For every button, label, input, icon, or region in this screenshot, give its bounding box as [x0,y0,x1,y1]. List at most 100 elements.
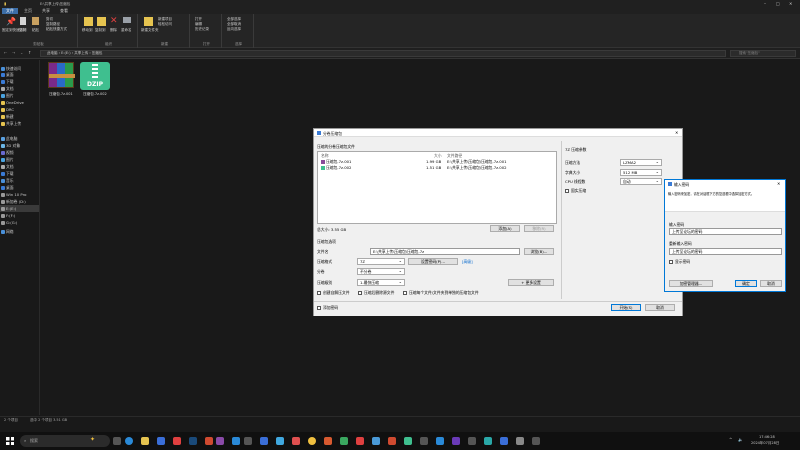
up-icon[interactable]: ↑ [28,50,31,55]
nav-item[interactable]: 此电脑 [6,136,17,142]
app-icon[interactable] [468,437,476,445]
app-icon[interactable] [205,437,213,445]
steam-icon[interactable] [189,437,197,445]
store-icon[interactable] [157,437,165,445]
manager-button[interactable]: 加密管理器... [669,280,713,287]
copy-to-icon[interactable] [97,17,106,26]
filename-input[interactable]: E:\共享上传\压缩包\压缩包.7z [370,248,520,255]
search-input[interactable]: 搜索"压缩包" [730,50,796,57]
format-select[interactable]: 7Z [357,258,405,265]
app-icon[interactable] [173,437,181,445]
nav-item[interactable]: 视频 [6,150,14,156]
show-password-checkbox[interactable] [669,260,673,264]
nav-item[interactable]: DRC [6,107,14,112]
close-icon[interactable]: ✕ [675,130,678,135]
confirm-input[interactable]: 上传至论坛的密码 [669,248,782,255]
nav-item[interactable]: 桌面 [6,72,14,78]
paste-icon[interactable] [32,17,39,25]
app-icon[interactable] [232,437,240,445]
nav-item[interactable]: G:(G:) [6,220,17,225]
nav-item[interactable]: 新建 [6,114,14,120]
ok-button[interactable]: 确定 [735,280,757,287]
delete-icon[interactable]: ✕ [110,16,119,26]
nav-item[interactable]: 文档 [6,86,14,92]
app-icon[interactable] [404,437,412,445]
footer-checkbox[interactable] [317,306,321,310]
recent-dropdown-icon[interactable]: ⌄ [20,50,23,55]
minimize-icon[interactable]: – [764,1,766,6]
nav-item[interactable]: 图片 [6,93,14,99]
table-row[interactable]: 压缩包.7z.002 1.51 GB E:\共享上传\压缩包\压缩包.7z.00… [318,165,556,171]
app-icon[interactable] [276,437,284,445]
invert-selection-button[interactable]: 反向选择 [227,27,241,32]
sfx-checkbox[interactable] [317,291,321,295]
edge-icon[interactable] [125,437,133,445]
app-icon[interactable] [260,437,268,445]
breadcrumb-item[interactable]: 共享上传 [74,51,88,55]
maximize-icon[interactable]: □ [776,1,780,6]
nav-item[interactable]: 共享上传 [6,121,21,127]
move-to-icon[interactable] [84,17,93,26]
easy-access-button[interactable]: 轻松访问 [158,22,172,27]
app-icon[interactable] [324,437,332,445]
delete-source-checkbox[interactable] [358,291,362,295]
separate-archives-checkbox[interactable] [403,291,407,295]
nav-item-selected[interactable]: E:(E:) [6,206,16,211]
new-folder-icon[interactable] [144,17,153,26]
remove-button[interactable]: 移除(R) [524,225,554,232]
nav-item[interactable]: Win 10 Pro [6,192,26,197]
browse-button[interactable]: 浏览(B)... [524,248,554,255]
nav-item[interactable]: 下载 [6,171,14,177]
file-explorer-icon[interactable] [141,437,149,445]
app-icon[interactable] [532,437,540,445]
cancel-button[interactable]: 取消 [645,304,675,311]
threads-select[interactable]: 自动 [620,178,662,185]
app-icon[interactable] [308,437,316,445]
app-icon[interactable] [420,437,428,445]
app-icon[interactable] [388,437,396,445]
chevron-up-icon[interactable]: ^ [729,437,732,442]
rename-icon[interactable] [123,17,131,23]
app-icon[interactable] [340,437,348,445]
app-icon[interactable] [484,437,492,445]
solid-checkbox[interactable] [565,189,569,193]
file-item[interactable]: DZIP 压缩包.7z.002 [78,62,112,104]
close-icon[interactable]: ✕ [777,181,780,186]
add-button[interactable]: 添加(A) [490,225,520,232]
breadcrumb-item[interactable]: 此电脑 [47,51,58,55]
speaker-icon[interactable]: 🔈 [738,437,743,442]
clock-time[interactable]: 17:46:28 [759,435,775,440]
nav-item[interactable]: 图片 [6,157,14,163]
copy-icon[interactable] [20,17,26,25]
set-password-button[interactable]: 设置密码(P)... [408,258,458,265]
nav-item[interactable]: 桌面 [6,185,14,191]
app-icon[interactable] [356,437,364,445]
app-icon[interactable] [500,437,508,445]
clock-date[interactable]: 2024年07月28日 [751,441,779,446]
split-select[interactable]: 不分卷 [357,268,405,275]
forward-icon[interactable]: → [12,50,15,55]
nav-item[interactable]: 文档 [6,164,14,170]
paste-shortcut-button[interactable]: 粘贴快捷方式 [46,27,67,32]
app-icon[interactable] [372,437,380,445]
advanced-link[interactable]: [高级] [462,259,473,265]
app-icon[interactable] [436,437,444,445]
nav-item[interactable]: OneDrive [6,100,24,105]
method-select[interactable]: LZMA2 [620,159,662,166]
dict-select[interactable]: 512 MB [620,169,662,176]
nav-item[interactable]: 音乐 [6,178,14,184]
start-button[interactable]: 开始(S) [611,304,641,311]
cancel-button[interactable]: 取消 [760,280,782,287]
breadcrumb-item[interactable]: 压缩包 [92,51,103,55]
nav-item[interactable]: 下载 [6,79,14,85]
taskbar-search[interactable]: ⌕ 搜索 ✦ [20,435,110,447]
file-item[interactable]: 压缩包.7z.001 [44,62,78,104]
level-select[interactable]: 1-最快压缩 [357,279,405,286]
address-bar[interactable]: 此电脑 › E:(E:) › 共享上传 › 压缩包 [40,50,726,57]
breadcrumb-item[interactable]: E:(E:) [61,51,71,55]
app-icon[interactable] [452,437,460,445]
task-view-icon[interactable] [113,437,121,445]
password-input[interactable]: 上传至论坛的密码 [669,228,782,235]
nav-item[interactable]: F:(F:) [6,213,15,218]
pin-icon[interactable]: 📌 [6,17,16,26]
